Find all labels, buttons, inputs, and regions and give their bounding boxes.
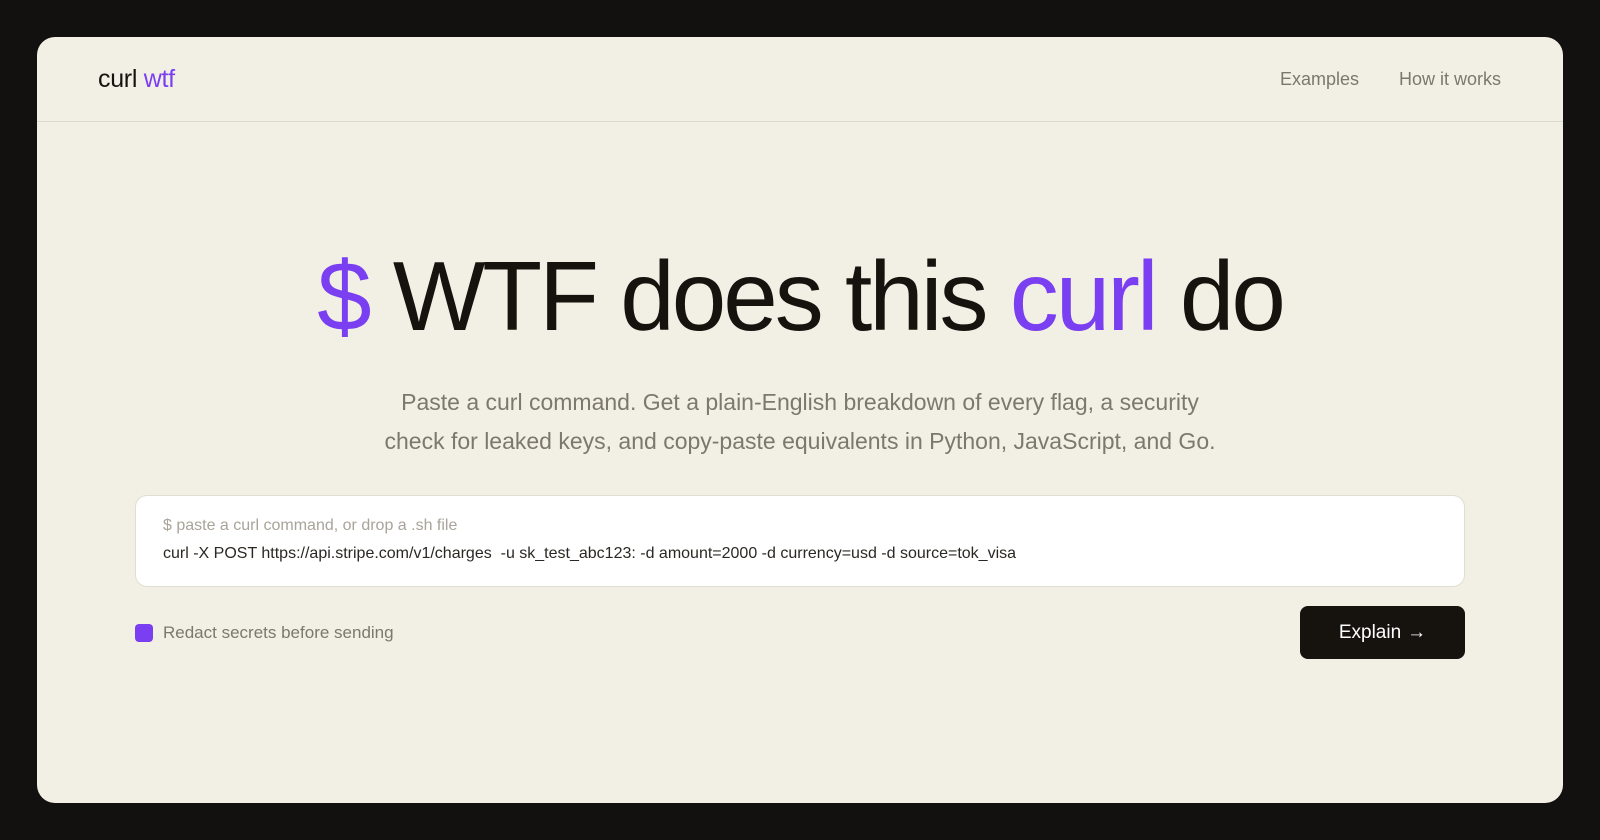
input-value: curl -X POST https://api.stripe.com/v1/c…: [163, 545, 1017, 562]
title-text-start: WTF does this: [392, 241, 989, 351]
logo-text-wtf: wtf: [143, 64, 175, 93]
input-placeholder: $ paste a curl command, or drop a .sh fi…: [163, 517, 458, 534]
dollar-prompt-symbol: $: [317, 241, 371, 351]
curl-command-input[interactable]: $ paste a curl command, or drop a .sh fi…: [135, 495, 1465, 587]
nav-link-examples[interactable]: Examples: [1280, 69, 1359, 90]
redact-secrets-label: Redact secrets before sending: [163, 622, 394, 642]
nav-link-how-it-works[interactable]: How it works: [1399, 69, 1501, 90]
page-subtitle: Paste a curl command. Get a plain-Englis…: [310, 383, 1290, 461]
title-text-end: do: [1179, 241, 1286, 351]
redact-secrets-checkbox[interactable]: [135, 623, 153, 642]
arrow-right-icon: →: [1407, 621, 1427, 643]
top-nav: Examples How it works: [1280, 69, 1501, 90]
explain-button[interactable]: Explain →: [1300, 606, 1465, 659]
logo[interactable]: curl wtf: [98, 65, 175, 94]
top-header: curl wtf Examples How it works: [37, 37, 1563, 122]
subtitle-line-1: Paste a curl command. Get a plain-Englis…: [401, 389, 1199, 415]
explain-button-label: Explain: [1338, 621, 1402, 643]
main-card: curl wtf Examples How it works $ WTF doe…: [37, 37, 1563, 803]
page-title: $ WTF does this curl do: [37, 247, 1563, 345]
title-text-accent: curl: [1009, 241, 1159, 351]
options-row: Redact secrets before sending Explain →: [135, 606, 1465, 659]
redact-secrets-option[interactable]: Redact secrets before sending: [135, 623, 394, 643]
subtitle-line-2: check for leaked keys, and copy-paste eq…: [384, 428, 1216, 454]
logo-text-curl: curl: [98, 64, 138, 93]
hero-section: $ WTF does this curl do Paste a curl com…: [37, 247, 1563, 461]
